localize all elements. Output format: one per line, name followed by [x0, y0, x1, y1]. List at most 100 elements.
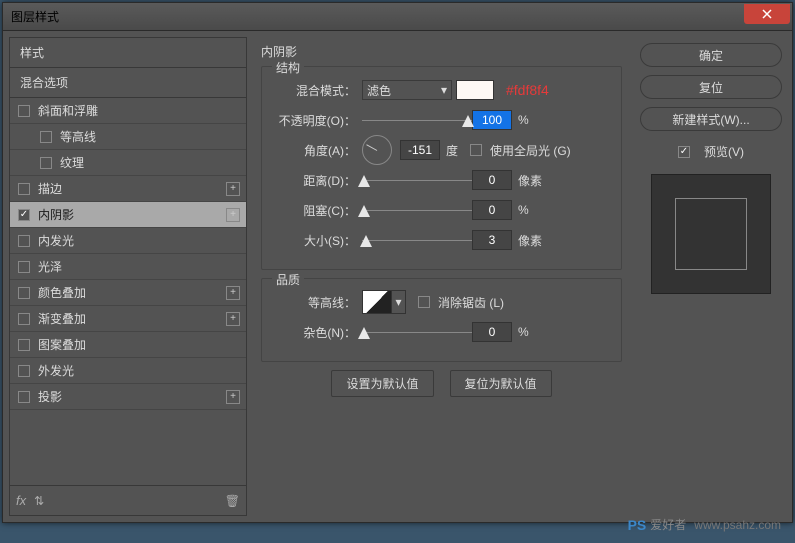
- checkbox-icon[interactable]: [18, 261, 30, 273]
- right-column: 确定 复位 新建样式(W)... 预览(V): [636, 37, 786, 516]
- sidebar-item-label: 等高线: [60, 128, 96, 145]
- angle-dial[interactable]: [362, 135, 392, 165]
- choke-input[interactable]: [472, 200, 512, 220]
- sidebar-item-label: 内发光: [38, 232, 74, 249]
- angle-unit: 度: [446, 142, 458, 159]
- plus-icon[interactable]: +: [226, 208, 240, 222]
- global-light-label: 使用全局光 (G): [490, 142, 571, 159]
- sidebar-item-inner-glow[interactable]: 内发光: [10, 228, 246, 254]
- checkbox-icon[interactable]: [40, 131, 52, 143]
- checkbox-icon[interactable]: [40, 157, 52, 169]
- color-swatch[interactable]: [456, 80, 494, 100]
- sidebar-header-blend[interactable]: 混合选项: [10, 68, 246, 98]
- preview-checkbox[interactable]: [678, 146, 690, 158]
- distance-input[interactable]: [472, 170, 512, 190]
- structure-fieldset: 结构 混合模式： 滤色 ▾ #fdf8f4 不透明度(O)： %: [261, 66, 622, 270]
- close-button[interactable]: [744, 4, 790, 24]
- sidebar-item-label: 纹理: [60, 154, 84, 171]
- watermark-url: www.psahz.com: [694, 518, 781, 532]
- preview-inner: [675, 198, 747, 270]
- choke-row: 阻塞(C)： %: [274, 199, 609, 221]
- angle-needle-icon: [366, 144, 377, 151]
- trash-icon[interactable]: 🗑: [225, 494, 240, 508]
- noise-slider[interactable]: [362, 325, 472, 339]
- size-unit: 像素: [518, 232, 542, 249]
- opacity-row: 不透明度(O)： %: [274, 109, 609, 131]
- checkbox-icon[interactable]: [18, 365, 30, 377]
- sidebar-item-stroke[interactable]: 描边+: [10, 176, 246, 202]
- sidebar-item-label: 颜色叠加: [38, 284, 86, 301]
- checkbox-icon[interactable]: [18, 339, 30, 351]
- center-panel: 内阴影 结构 混合模式： 滤色 ▾ #fdf8f4 不透明度(O)： %: [253, 37, 630, 516]
- sidebar-item-outer-glow[interactable]: 外发光: [10, 358, 246, 384]
- sidebar-item-label: 图案叠加: [38, 336, 86, 353]
- set-default-button[interactable]: 设置为默认值: [331, 370, 433, 397]
- checkbox-icon[interactable]: [18, 183, 30, 195]
- opacity-input[interactable]: [472, 110, 512, 130]
- sidebar-item-bevel[interactable]: 斜面和浮雕: [10, 98, 246, 124]
- chevron-down-icon: ▾: [441, 83, 447, 97]
- sidebar-item-pattern-overlay[interactable]: 图案叠加: [10, 332, 246, 358]
- checkbox-icon[interactable]: [18, 287, 30, 299]
- panel-title: 内阴影: [261, 43, 622, 60]
- distance-row: 距离(D)： 像素: [274, 169, 609, 191]
- new-style-button[interactable]: 新建样式(W)...: [640, 107, 782, 131]
- distance-label: 距离(D)：: [274, 172, 362, 189]
- blend-mode-label: 混合模式：: [274, 82, 362, 99]
- sidebar-item-inner-shadow[interactable]: 内阴影+: [10, 202, 246, 228]
- checkbox-icon[interactable]: [18, 105, 30, 117]
- quality-legend: 品质: [272, 271, 304, 288]
- titlebar[interactable]: 图层样式: [3, 3, 792, 31]
- plus-icon[interactable]: +: [226, 312, 240, 326]
- checkbox-icon[interactable]: [18, 209, 30, 221]
- opacity-slider[interactable]: [362, 113, 472, 127]
- sidebar-item-color-overlay[interactable]: 颜色叠加 +: [10, 280, 246, 306]
- plus-icon[interactable]: +: [226, 390, 240, 404]
- size-input[interactable]: [472, 230, 512, 250]
- sidebar-footer: fx ⇅ 🗑: [9, 486, 247, 516]
- fx-icon[interactable]: fx: [16, 493, 26, 508]
- opacity-label: 不透明度(O)：: [274, 112, 362, 129]
- plus-icon[interactable]: +: [226, 286, 240, 300]
- watermark-text: 爱好者: [650, 516, 686, 533]
- sidebar-item-label: 外发光: [38, 362, 74, 379]
- angle-input[interactable]: [400, 140, 440, 160]
- size-slider[interactable]: [362, 233, 472, 247]
- noise-input[interactable]: [472, 322, 512, 342]
- sidebar-item-label: 投影: [38, 388, 62, 405]
- choke-slider[interactable]: [362, 203, 472, 217]
- plus-icon[interactable]: +: [226, 182, 240, 196]
- antialias-checkbox[interactable]: [418, 296, 430, 308]
- contour-dropdown[interactable]: ▾: [392, 290, 406, 314]
- blend-mode-dropdown[interactable]: 滤色 ▾: [362, 80, 452, 100]
- contour-swatch[interactable]: [362, 290, 392, 314]
- sidebar-item-gradient-overlay[interactable]: 渐变叠加+: [10, 306, 246, 332]
- global-light-checkbox[interactable]: [470, 144, 482, 156]
- opacity-unit: %: [518, 113, 529, 127]
- preview-toggle-row: 预览(V): [640, 143, 782, 160]
- layer-style-dialog: 图层样式 样式 混合选项 斜面和浮雕 等高线 纹理 描边+ 内阴影+ 内发光 光…: [2, 2, 793, 523]
- slider-thumb-icon[interactable]: [360, 235, 372, 247]
- checkbox-icon[interactable]: [18, 313, 30, 325]
- distance-slider[interactable]: [362, 173, 472, 187]
- checkbox-icon[interactable]: [18, 235, 30, 247]
- cancel-button[interactable]: 复位: [640, 75, 782, 99]
- checkbox-icon[interactable]: [18, 391, 30, 403]
- sidebar-list: 样式 混合选项 斜面和浮雕 等高线 纹理 描边+ 内阴影+ 内发光 光泽 颜色叠…: [9, 37, 247, 486]
- sidebar-item-label: 斜面和浮雕: [38, 102, 98, 119]
- choke-unit: %: [518, 203, 529, 217]
- choke-label: 阻塞(C)：: [274, 202, 362, 219]
- ok-button[interactable]: 确定: [640, 43, 782, 67]
- sidebar-item-label: 光泽: [38, 258, 62, 275]
- sidebar-item-satin[interactable]: 光泽: [10, 254, 246, 280]
- sidebar-item-contour[interactable]: 等高线: [10, 124, 246, 150]
- sidebar-item-texture[interactable]: 纹理: [10, 150, 246, 176]
- dialog-body: 样式 混合选项 斜面和浮雕 等高线 纹理 描边+ 内阴影+ 内发光 光泽 颜色叠…: [3, 31, 792, 522]
- sidebar-header-styles[interactable]: 样式: [10, 38, 246, 68]
- chevron-down-icon: ▾: [395, 295, 401, 309]
- watermark: PS 爱好者 www.psahz.com: [628, 516, 781, 533]
- restore-default-button[interactable]: 复位为默认值: [450, 370, 552, 397]
- blend-mode-row: 混合模式： 滤色 ▾ #fdf8f4: [274, 79, 609, 101]
- arrow-up-down-icon[interactable]: ⇅: [34, 494, 44, 508]
- sidebar-item-drop-shadow[interactable]: 投影 +: [10, 384, 246, 410]
